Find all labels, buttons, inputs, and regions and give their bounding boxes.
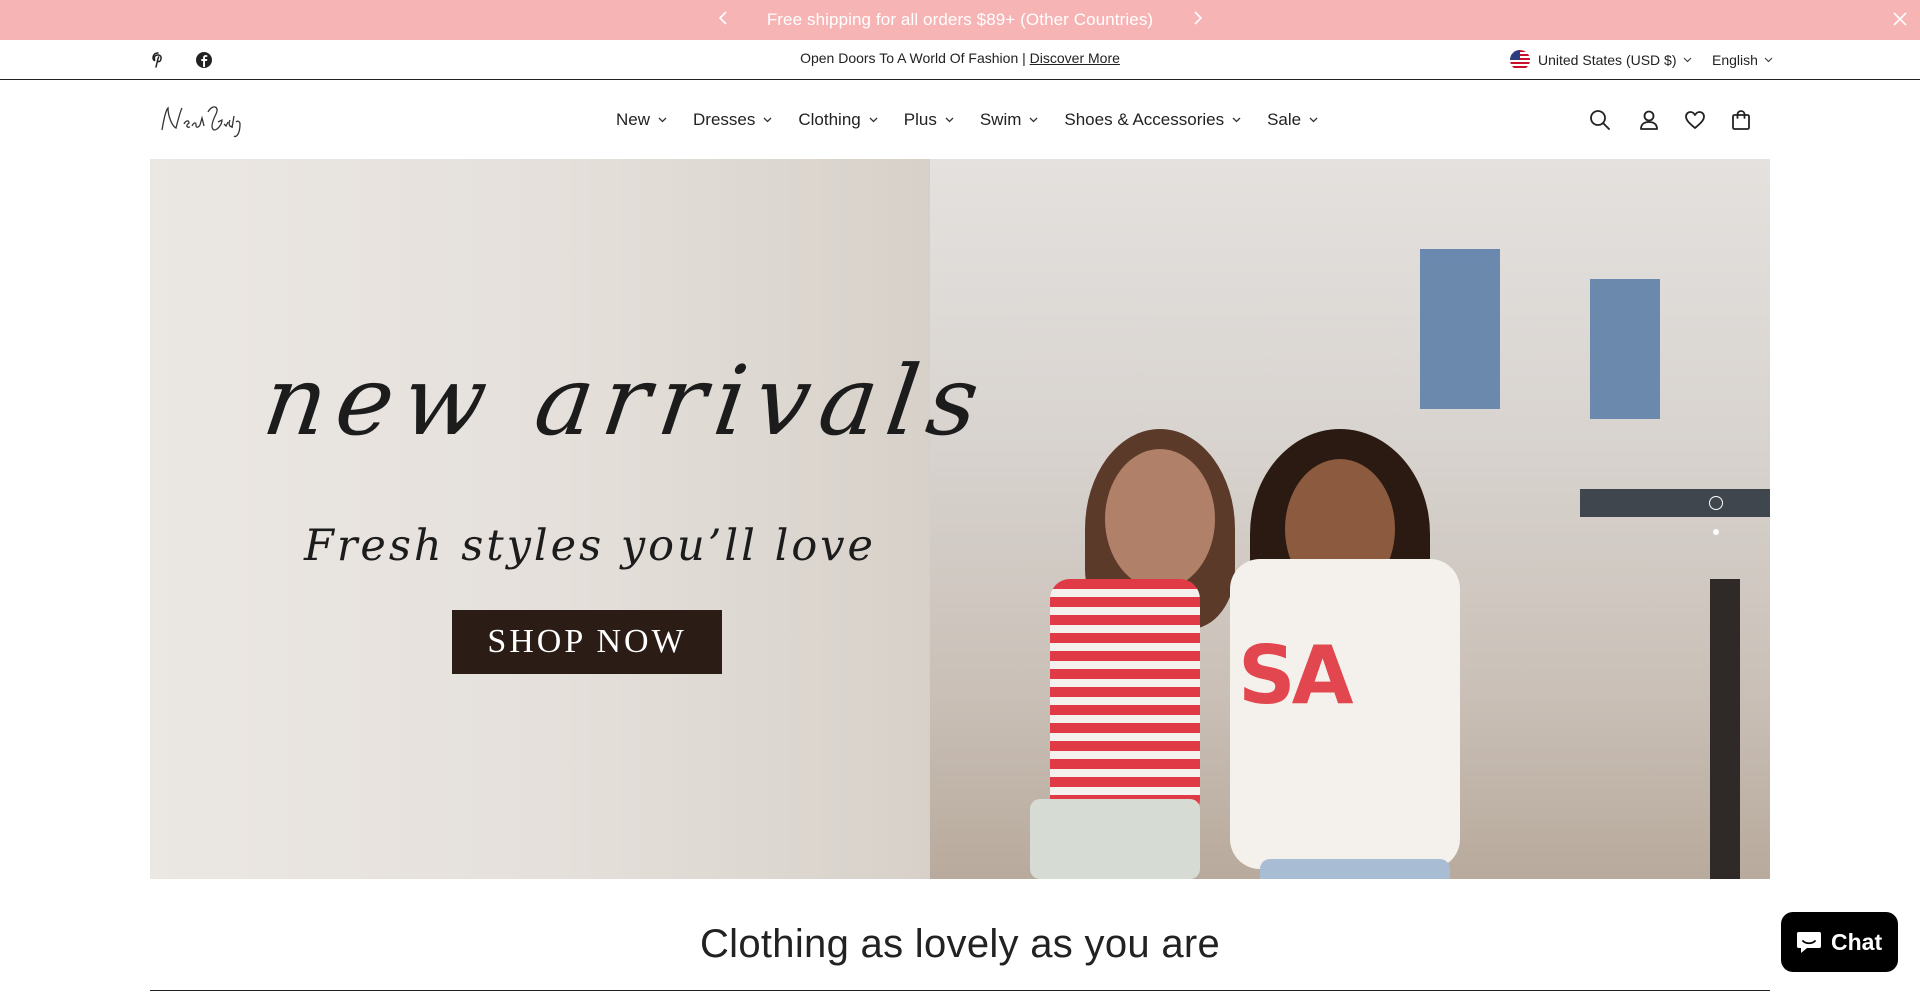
hero-banner[interactable]: SA new arrivals Fresh styles you’ll love… [150, 159, 1770, 879]
chevron-down-icon [945, 115, 954, 126]
nav-item-swim[interactable]: Swim [980, 108, 1039, 132]
account-icon[interactable] [1637, 108, 1661, 132]
hero-model-striped-shirt [1050, 579, 1200, 819]
hero-photo-window [1590, 279, 1660, 419]
main-nav: New Dresses Clothing Plus Swim Shoes & A… [616, 108, 1344, 132]
section-title: Clothing as lovely as you are [699, 922, 1221, 966]
nav-label: Dresses [693, 110, 756, 129]
nav-label: Swim [979, 110, 1022, 129]
chevron-down-icon [763, 115, 772, 126]
country-label: United States (USD $) [1538, 52, 1677, 68]
nav-item-sale[interactable]: Sale [1267, 108, 1318, 132]
chevron-right-icon[interactable] [1191, 11, 1205, 29]
slide-dot[interactable] [1713, 529, 1719, 535]
chat-label: Chat [1831, 928, 1883, 955]
utility-bar: Open Doors To A World Of Fashion | Disco… [0, 40, 1920, 80]
section-divider [150, 990, 1770, 991]
hero-script-title: new arrivals [257, 345, 996, 457]
nav-label: New [616, 110, 651, 129]
language-selector[interactable]: English [1712, 49, 1773, 71]
hero-subtitle: Fresh styles you’ll love [304, 521, 876, 571]
chat-button[interactable]: Chat [1781, 912, 1898, 972]
site-logo[interactable] [156, 98, 260, 146]
close-icon[interactable] [1891, 10, 1909, 28]
hero-model-shorts [1030, 799, 1200, 879]
hero-photo-window [1420, 249, 1500, 409]
chevron-down-icon [1683, 55, 1692, 66]
nav-label: Sale [1267, 110, 1302, 129]
promo-text: Open Doors To A World Of Fashion | [800, 50, 1030, 66]
nav-label: Clothing [798, 110, 861, 129]
slide-dot-active[interactable] [1709, 496, 1723, 510]
nav-item-clothing[interactable]: Clothing [798, 108, 878, 132]
nav-label: Plus [903, 110, 937, 129]
nav-item-new[interactable]: New [616, 108, 667, 132]
shop-now-button[interactable]: SHOP NOW [452, 610, 722, 674]
hero-photo-railing [1580, 489, 1770, 517]
language-label: English [1712, 52, 1758, 68]
nav-item-dresses[interactable]: Dresses [693, 108, 772, 132]
country-selector[interactable]: United States (USD $) [1510, 49, 1692, 71]
announcement-bar: Free shipping for all orders $89+ (Other… [0, 0, 1920, 40]
site-header: New Dresses Clothing Plus Swim Shoes & A… [0, 80, 1920, 159]
hero-model-face [1105, 449, 1215, 589]
hero-photo-post [1710, 579, 1740, 879]
wishlist-icon[interactable] [1683, 108, 1707, 132]
chevron-down-icon [1764, 55, 1773, 66]
cart-icon[interactable] [1729, 108, 1753, 132]
nav-label: Shoes & Accessories [1064, 110, 1225, 129]
hero-model-shorts [1260, 859, 1450, 879]
chevron-down-icon [1029, 115, 1038, 126]
chat-bubble-icon [1797, 932, 1821, 953]
discover-more-link[interactable]: Discover More [1030, 50, 1120, 66]
chevron-down-icon [869, 115, 878, 126]
chevron-down-icon [1232, 115, 1241, 126]
chevron-down-icon [658, 115, 667, 126]
search-icon[interactable] [1588, 108, 1612, 132]
nav-item-shoes-accessories[interactable]: Shoes & Accessories [1064, 108, 1241, 132]
chevron-down-icon [1309, 115, 1318, 126]
hero-shirt-print: SA [1238, 629, 1354, 722]
us-flag-icon [1510, 50, 1530, 70]
facebook-icon[interactable] [194, 50, 214, 70]
pinterest-icon[interactable] [148, 50, 168, 70]
nav-item-plus[interactable]: Plus [904, 108, 954, 132]
announcement-text: Free shipping for all orders $89+ (Other… [766, 10, 1154, 29]
